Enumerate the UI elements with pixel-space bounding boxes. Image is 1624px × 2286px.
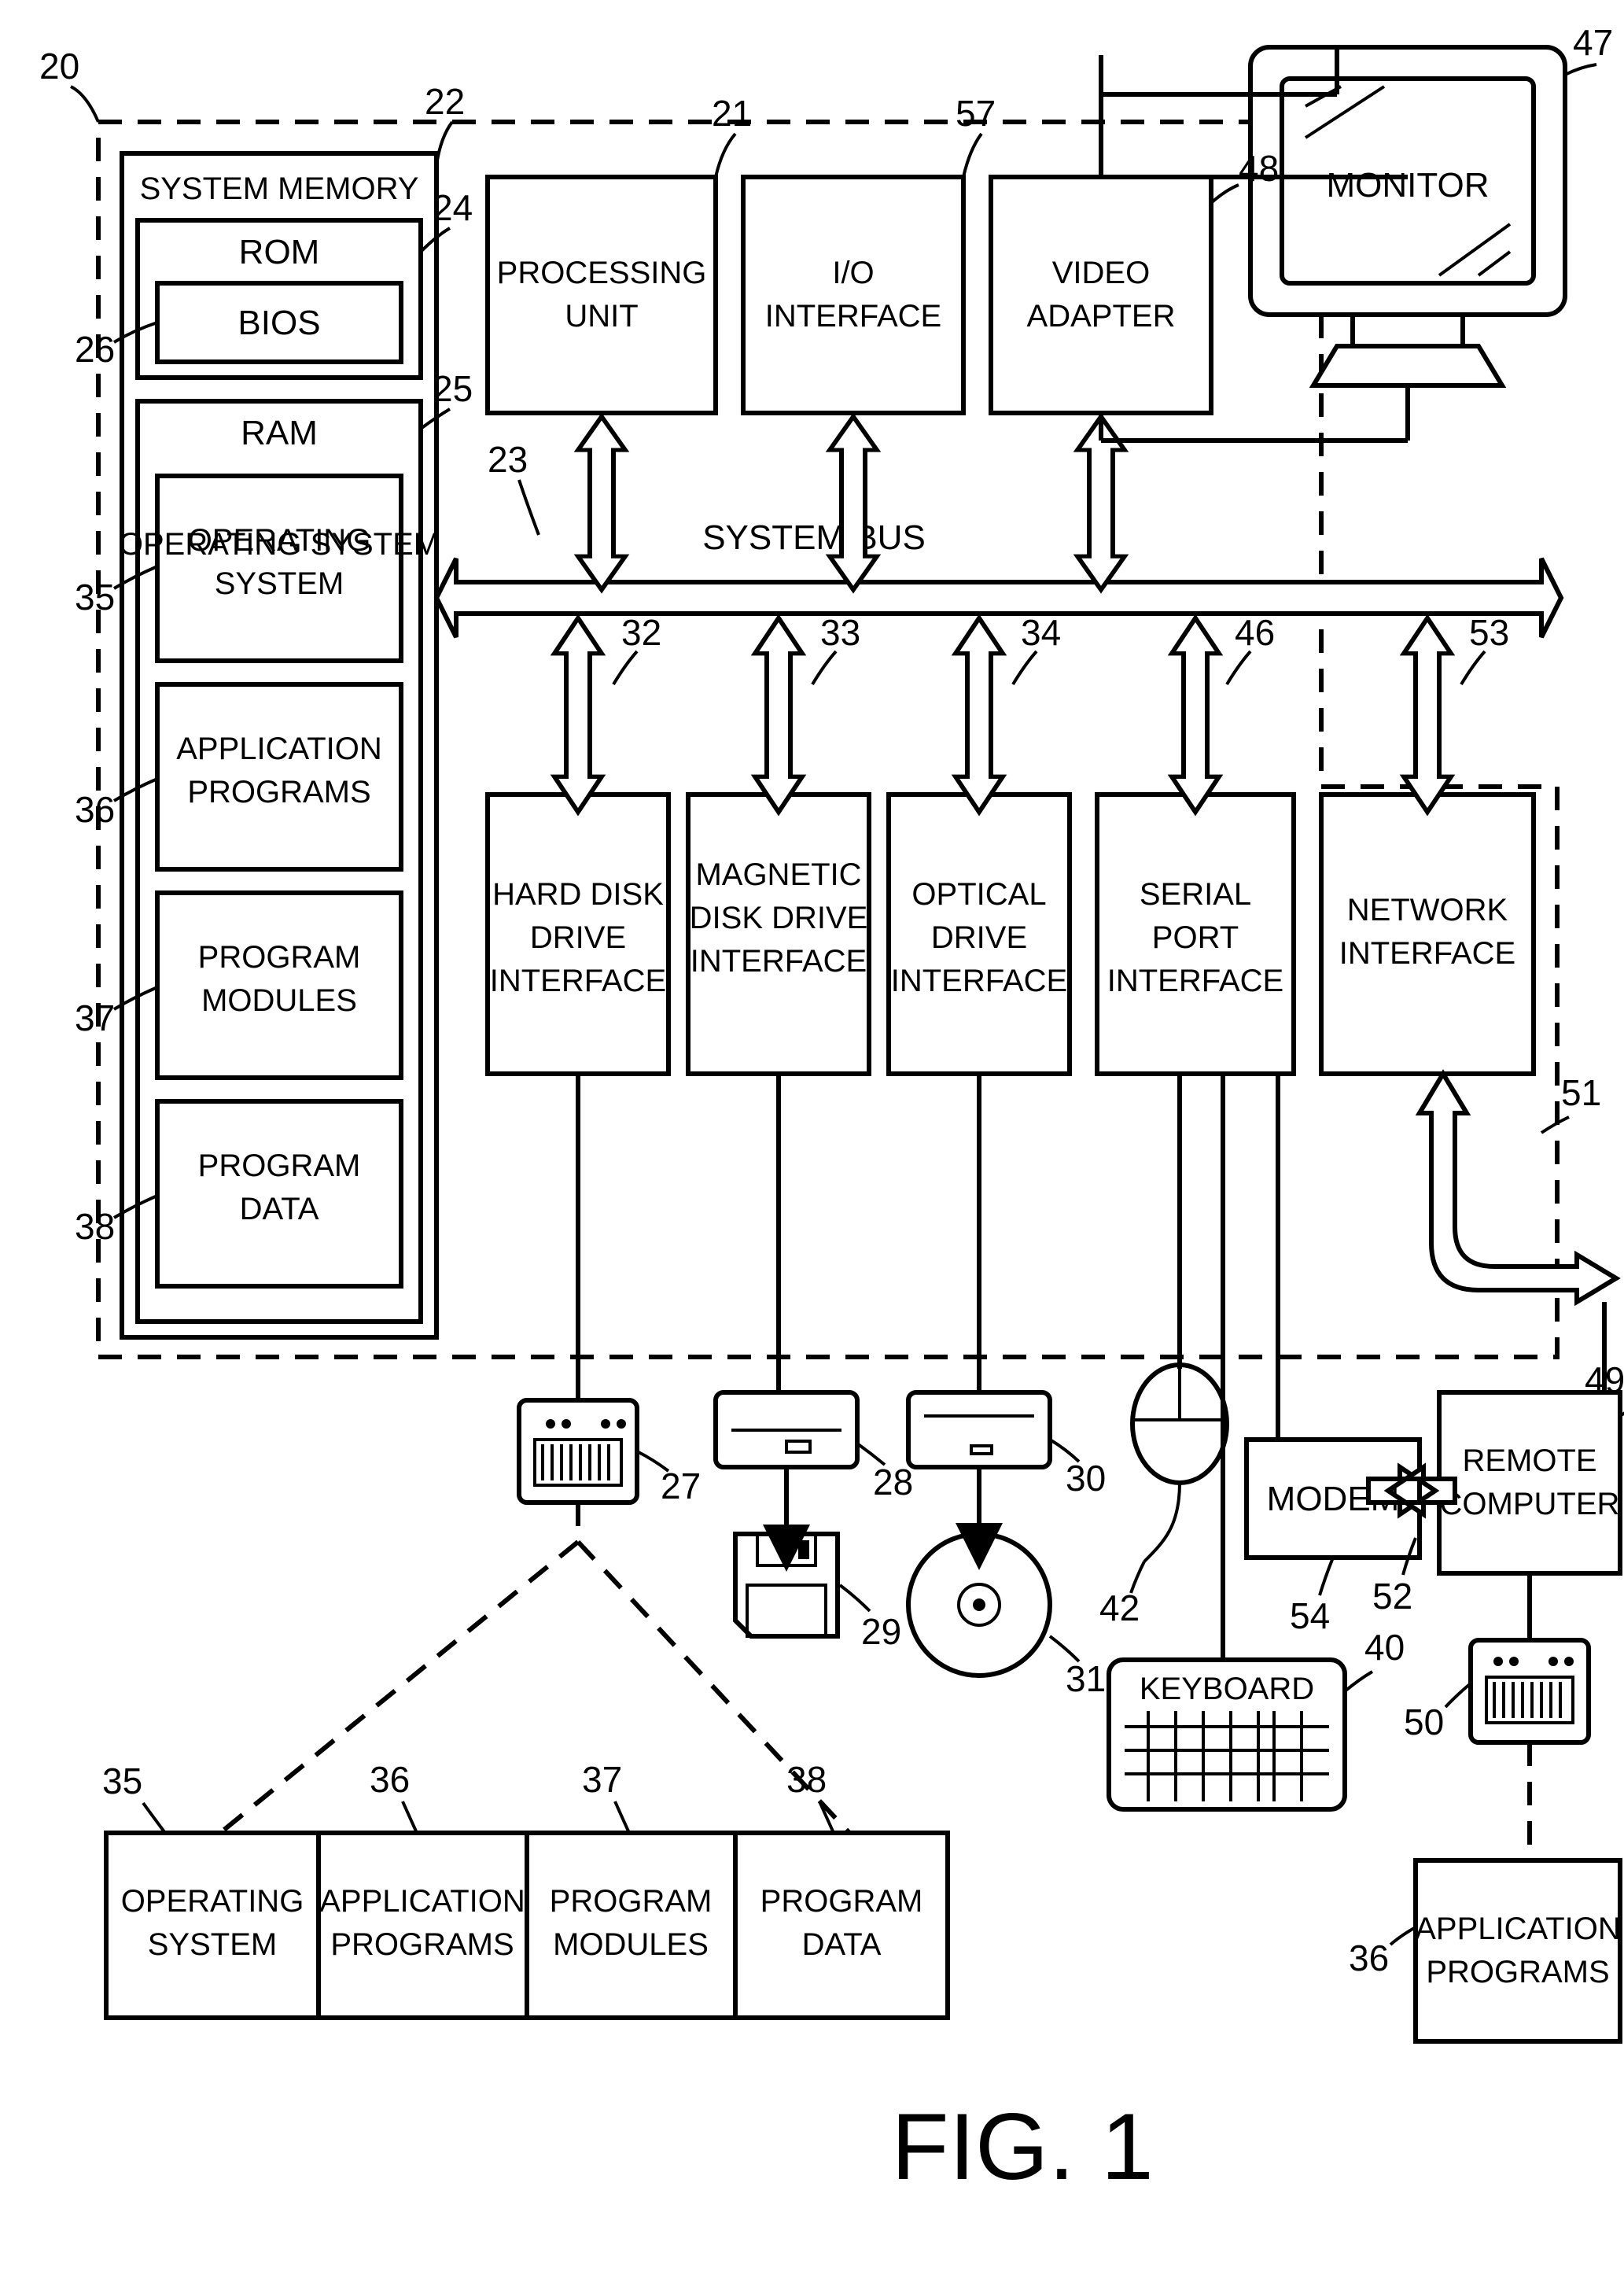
svg-text:36: 36 — [1349, 1938, 1389, 1978]
svg-text:PORT: PORT — [1152, 920, 1239, 955]
svg-text:NETWORK: NETWORK — [1347, 893, 1508, 927]
svg-text:40: 40 — [1364, 1627, 1405, 1668]
svg-text:51: 51 — [1561, 1072, 1601, 1113]
svg-text:DATA: DATA — [240, 1192, 319, 1226]
svg-text:38: 38 — [75, 1206, 115, 1247]
svg-text:UNIT: UNIT — [565, 299, 638, 334]
svg-text:APPLICATION: APPLICATION — [176, 732, 382, 766]
svg-text:INTERFACE: INTERFACE — [1107, 964, 1283, 998]
hard-disk-icon — [519, 1400, 637, 1502]
figure-label: FIG. 1 — [891, 2094, 1153, 2199]
svg-text:MONITOR: MONITOR — [1327, 166, 1490, 205]
svg-text:23: 23 — [488, 439, 528, 480]
svg-text:PROGRAM: PROGRAM — [198, 1149, 361, 1183]
svg-text:PROGRAMS: PROGRAMS — [1426, 1955, 1609, 1989]
svg-text:REMOTE: REMOTE — [1462, 1443, 1596, 1478]
svg-text:DISK DRIVE: DISK DRIVE — [690, 901, 868, 935]
bios-label: BIOS — [238, 304, 320, 342]
svg-text:50: 50 — [1404, 1702, 1444, 1742]
svg-text:42: 42 — [1099, 1587, 1140, 1628]
system-memory-label: SYSTEM MEMORY — [140, 171, 419, 206]
svg-text:INTERFACE: INTERFACE — [490, 964, 666, 998]
svg-text:52: 52 — [1372, 1576, 1412, 1617]
floppy-icon — [735, 1534, 838, 1636]
svg-text:47: 47 — [1573, 22, 1613, 63]
svg-text:34: 34 — [1021, 612, 1061, 653]
magnetic-drive-icon — [716, 1392, 857, 1467]
ram-label: RAM — [241, 414, 318, 452]
optical-drive-icon — [908, 1392, 1050, 1467]
svg-text:APPLICATION: APPLICATION — [1415, 1912, 1621, 1946]
disc-icon — [908, 1534, 1050, 1676]
svg-text:PROGRAM: PROGRAM — [760, 1884, 923, 1919]
svg-text:OPERATING: OPERATING — [121, 1884, 304, 1919]
svg-text:38: 38 — [786, 1759, 827, 1800]
svg-text:27: 27 — [661, 1466, 701, 1506]
svg-text:OPTICAL: OPTICAL — [911, 877, 1046, 912]
svg-text:SYSTEM: SYSTEM — [148, 1927, 277, 1962]
svg-text:PROGRAMS: PROGRAMS — [187, 775, 370, 809]
svg-text:26: 26 — [75, 329, 115, 370]
svg-text:53: 53 — [1469, 612, 1509, 653]
svg-text:SYSTEM: SYSTEM — [215, 566, 344, 601]
svg-text:48: 48 — [1239, 148, 1279, 189]
svg-text:I/O: I/O — [832, 256, 874, 290]
remote-disk-icon — [1471, 1640, 1589, 1742]
svg-text:PROGRAM: PROGRAM — [198, 940, 361, 975]
svg-text:APPLICATION: APPLICATION — [319, 1884, 525, 1919]
svg-text:28: 28 — [873, 1462, 913, 1502]
svg-text:INTERFACE: INTERFACE — [891, 964, 1067, 998]
svg-text:COMPUTER: COMPUTER — [1440, 1487, 1620, 1521]
mouse-icon — [1132, 1365, 1227, 1561]
svg-text:MODULES: MODULES — [201, 983, 357, 1018]
svg-text:KEYBOARD: KEYBOARD — [1140, 1672, 1314, 1706]
svg-text:35: 35 — [102, 1761, 142, 1801]
svg-text:PROGRAM: PROGRAM — [550, 1884, 713, 1919]
svg-text:20: 20 — [39, 46, 79, 87]
svg-text:33: 33 — [820, 612, 860, 653]
svg-text:INTERFACE: INTERFACE — [765, 299, 941, 334]
svg-text:MAGNETIC: MAGNETIC — [695, 857, 861, 892]
svg-text:SERIAL: SERIAL — [1140, 877, 1251, 912]
svg-text:46: 46 — [1235, 612, 1275, 653]
svg-text:37: 37 — [582, 1759, 622, 1800]
svg-text:57: 57 — [956, 93, 996, 134]
svg-text:DATA: DATA — [802, 1927, 882, 1962]
svg-text:31: 31 — [1066, 1658, 1106, 1699]
svg-text:30: 30 — [1066, 1458, 1106, 1499]
svg-text:PROCESSING: PROCESSING — [497, 256, 707, 290]
svg-text:MODULES: MODULES — [553, 1927, 709, 1962]
svg-text:36: 36 — [75, 789, 115, 830]
bus-to-processing-arrow — [578, 417, 625, 590]
svg-text:37: 37 — [75, 997, 115, 1038]
svg-text:DRIVE: DRIVE — [530, 920, 626, 955]
svg-text:49: 49 — [1585, 1359, 1624, 1400]
keyboard-icon: KEYBOARD — [1109, 1660, 1345, 1809]
svg-text:PROGRAMS: PROGRAMS — [330, 1927, 514, 1962]
svg-text:29: 29 — [861, 1611, 901, 1652]
svg-text:21: 21 — [712, 93, 752, 134]
svg-text:32: 32 — [621, 612, 661, 653]
rom-label: ROM — [239, 233, 320, 271]
svg-text:25: 25 — [433, 368, 473, 409]
svg-text:24: 24 — [433, 187, 473, 228]
svg-text:HARD DISK: HARD DISK — [492, 877, 664, 912]
svg-text:INTERFACE: INTERFACE — [690, 944, 867, 979]
svg-text:OPERATING: OPERATING — [188, 523, 371, 558]
svg-text:DRIVE: DRIVE — [931, 920, 1027, 955]
svg-text:INTERFACE: INTERFACE — [1339, 936, 1515, 971]
svg-text:35: 35 — [75, 577, 115, 618]
bus-label: SYSTEM BUS — [702, 518, 926, 557]
svg-text:54: 54 — [1290, 1595, 1330, 1636]
svg-text:36: 36 — [370, 1759, 410, 1800]
svg-text:22: 22 — [425, 81, 465, 122]
